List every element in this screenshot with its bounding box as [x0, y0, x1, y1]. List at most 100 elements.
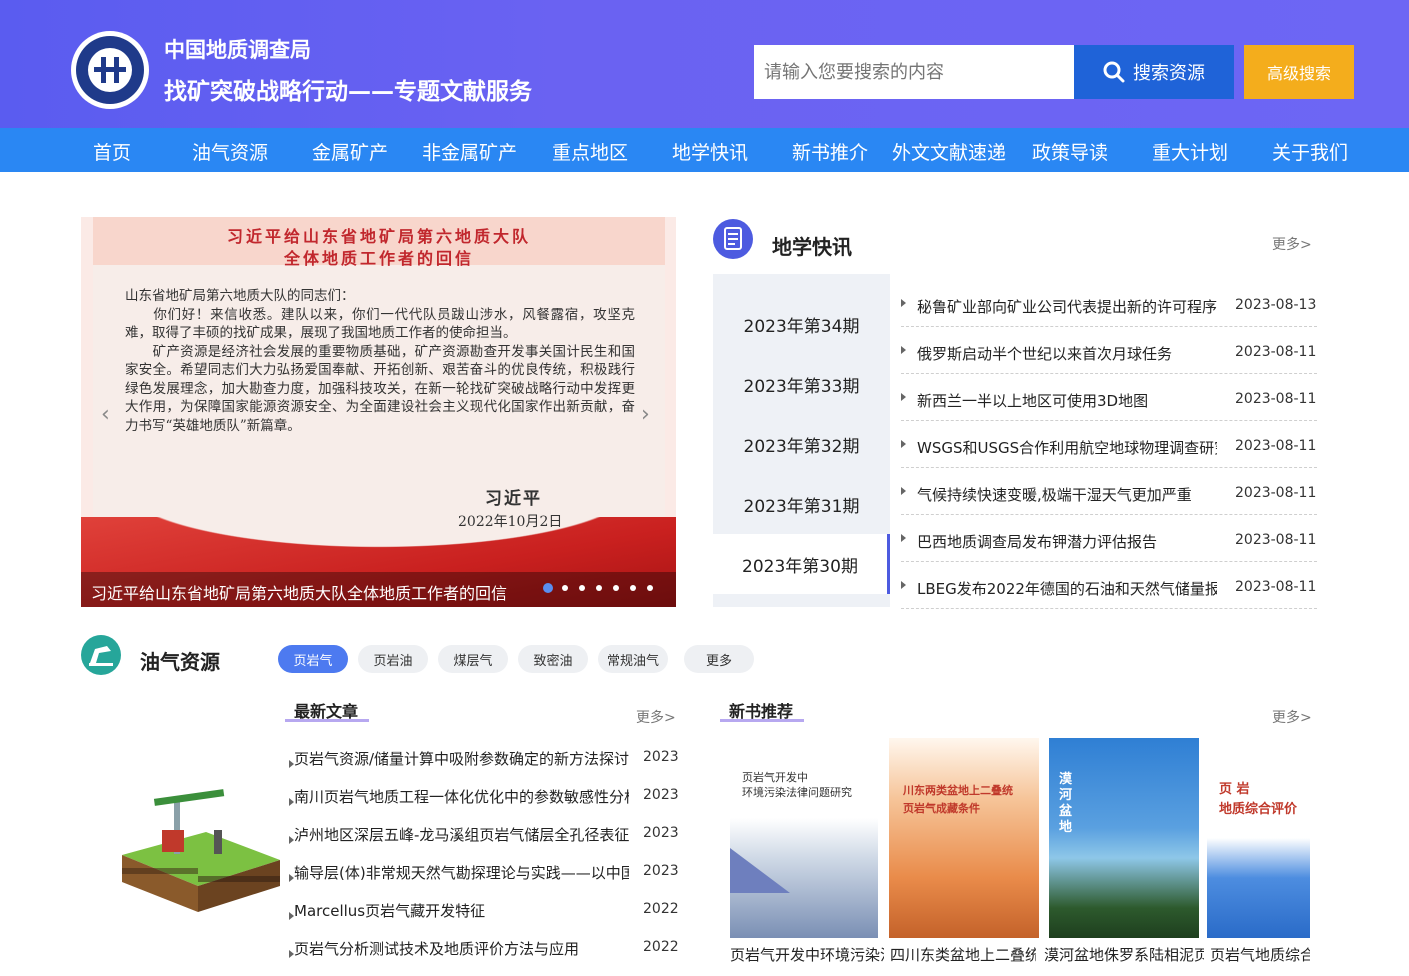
article-item[interactable]: Marcellus页岩气藏开发特征 2022	[289, 900, 679, 938]
slide-caption-bar: 习近平给山东省地矿局第六地质大队全体地质工作者的回信	[81, 572, 676, 607]
slider-dot[interactable]	[562, 585, 568, 591]
nav-home[interactable]: 首页	[93, 138, 131, 165]
nav-foreign-docs[interactable]: 外文文献速递	[892, 138, 1006, 165]
advanced-search-button[interactable]: 高级搜索	[1244, 45, 1354, 99]
site-title: 找矿突破战略行动——专题文献服务	[164, 79, 532, 105]
logo-ring	[88, 48, 132, 92]
news-item[interactable]: 气候持续快速变暖,极端干湿天气更加严重 2023-08-11	[901, 468, 1317, 515]
news-item[interactable]: LBEG发布2022年德国的石油和天然气储量报告 2023-08-11	[901, 562, 1317, 609]
tab-shale-oil[interactable]: 页岩油	[358, 645, 428, 673]
search-button[interactable]: 搜索资源	[1074, 45, 1234, 99]
news-title[interactable]: WSGS和USGS合作利用航空地球物理调查研究	[917, 437, 1217, 458]
article-title[interactable]: 输导层(体)非常规天然气勘探理论与实践——以中国为例	[294, 862, 629, 883]
slider-dot[interactable]	[613, 585, 619, 591]
bullet-triangle-icon	[901, 534, 906, 542]
nav-policy[interactable]: 政策导读	[1032, 138, 1108, 165]
tab-conventional[interactable]: 常规油气	[598, 645, 668, 673]
org-name: 中国地质调查局	[164, 38, 311, 62]
article-title[interactable]: Marcellus页岩气藏开发特征	[294, 900, 629, 921]
book-name[interactable]: 四川东类盆地上二叠统页岩气成藏条件	[890, 944, 1036, 965]
tab-shale-gas[interactable]: 页岩气	[278, 645, 348, 673]
news-item[interactable]: 巴西地质调查局发布钾潜力评估报告 2023-08-11	[901, 515, 1317, 562]
book-name[interactable]: 页岩气开发中环境污染法律问题研究	[730, 944, 884, 965]
next-arrow-icon[interactable]: ›	[641, 402, 650, 427]
slide-caption[interactable]: 习近平给山东省地矿局第六地质大队全体地质工作者的回信	[91, 580, 507, 604]
news-date: 2023-08-11	[1235, 485, 1317, 501]
nav-oil-gas[interactable]: 油气资源	[192, 138, 268, 165]
issue-item[interactable]: 2023年第33期	[713, 354, 890, 414]
bullet-triangle-icon	[901, 346, 906, 354]
article-title[interactable]: 页岩气分析测试技术及地质评价方法与应用	[294, 938, 629, 959]
slider-dot[interactable]	[630, 585, 636, 591]
nav-nonmetal[interactable]: 非金属矿产	[422, 138, 517, 165]
search-input[interactable]	[754, 45, 1074, 99]
prev-arrow-icon[interactable]: ‹	[101, 402, 110, 427]
article-title[interactable]: 页岩气资源/储量计算中吸附参数确定的新方法探讨	[294, 748, 629, 769]
issue-item[interactable]: 2023年第31期	[713, 474, 890, 534]
slider-dot[interactable]	[596, 585, 602, 591]
nav-key-areas[interactable]: 重点地区	[552, 138, 628, 165]
article-item[interactable]: 南川页岩气地质工程一体化优化中的参数敏感性分析 2023	[289, 786, 679, 824]
book-cover[interactable]: 页岩气开发中 环境污染法律问题研究	[730, 738, 878, 938]
article-year: 2023	[643, 863, 679, 879]
book-cover[interactable]: 川东两类盆地上二叠统 页岩气成藏条件	[889, 738, 1039, 938]
logo-bar	[101, 57, 106, 83]
news-item[interactable]: 秘鲁矿业部向矿业公司代表提出新的许可程序 2023-08-13	[901, 280, 1317, 327]
nav-new-books[interactable]: 新书推介	[792, 138, 868, 165]
issue-item[interactable]: 2023年第32期	[713, 414, 890, 474]
tab-tight-oil[interactable]: 致密油	[518, 645, 588, 673]
news-date: 2023-08-11	[1235, 344, 1317, 360]
latest-articles-more-link[interactable]: 更多>	[636, 707, 676, 727]
nav-major-plans[interactable]: 重大计划	[1152, 138, 1228, 165]
article-item[interactable]: 页岩气资源/储量计算中吸附参数确定的新方法探讨 2023	[289, 748, 679, 786]
news-title[interactable]: 新西兰一半以上地区可使用3D地图	[917, 390, 1217, 411]
slide-body: 山东省地矿局第六地质大队的同志们： 你们好！来信收悉。建队以来，你们一代代队员跋…	[125, 288, 635, 434]
article-year: 2022	[643, 901, 679, 917]
nav-metal[interactable]: 金属矿产	[312, 138, 388, 165]
bullet-triangle-icon	[901, 393, 906, 401]
tab-coalbed-gas[interactable]: 煤层气	[438, 645, 508, 673]
cgs-logo[interactable]	[71, 31, 149, 109]
news-item[interactable]: 新西兰一半以上地区可使用3D地图 2023-08-11	[901, 374, 1317, 421]
issue-list: 2023年第34期 2023年第33期 2023年第32期 2023年第31期 …	[713, 274, 890, 607]
news-item[interactable]: WSGS和USGS合作利用航空地球物理调查研究 2023-08-11	[901, 421, 1317, 468]
slider-dot[interactable]	[579, 585, 585, 591]
news-date: 2023-08-11	[1235, 391, 1317, 407]
book-cover[interactable]: 页 岩 地质综合评价	[1207, 738, 1310, 938]
book-cover-title: 漠河盆地	[1059, 772, 1073, 835]
article-year: 2023	[643, 787, 679, 803]
banner-slider[interactable]: 习近平给山东省地矿局第六地质大队 全体地质工作者的回信 山东省地矿局第六地质大队…	[81, 217, 676, 607]
news-title[interactable]: LBEG发布2022年德国的石油和天然气储量报告	[917, 578, 1217, 599]
oil-gas-title: 油气资源	[140, 650, 220, 674]
slider-dot[interactable]	[543, 583, 553, 593]
search-icon	[1103, 61, 1125, 83]
news-item[interactable]: 俄罗斯启动半个世纪以来首次月球任务 2023-08-11	[901, 327, 1317, 374]
news-title[interactable]: 气候持续快速变暖,极端干湿天气更加严重	[917, 484, 1217, 505]
news-title[interactable]: 秘鲁矿业部向矿业公司代表提出新的许可程序	[917, 296, 1217, 317]
news-date: 2023-08-11	[1235, 579, 1317, 595]
article-item[interactable]: 泸州地区深层五峰-龙马溪组页岩气储层全孔径表征 2023	[289, 824, 679, 862]
slide-heading: 习近平给山东省地矿局第六地质大队 全体地质工作者的回信	[93, 217, 665, 268]
slide-heading-line2: 全体地质工作者的回信	[283, 249, 474, 268]
new-books-more-link[interactable]: 更多>	[1272, 707, 1312, 727]
book-name[interactable]: 页岩气地质综合评价	[1210, 944, 1310, 965]
book-cover[interactable]: 漠河盆地	[1049, 738, 1199, 938]
book-name[interactable]: 漠河盆地侏罗系陆相泥页岩	[1044, 944, 1204, 965]
tab-more[interactable]: 更多	[684, 645, 754, 673]
news-title[interactable]: 俄罗斯启动半个世纪以来首次月球任务	[917, 343, 1217, 364]
news-title[interactable]: 巴西地质调查局发布钾潜力评估报告	[917, 531, 1217, 552]
main-nav: 首页 油气资源 金属矿产 非金属矿产 重点地区 地学快讯 新书推介 外文文献速递…	[0, 128, 1409, 172]
slide-heading-line1: 习近平给山东省地矿局第六地质大队	[226, 227, 531, 246]
article-item[interactable]: 页岩气分析测试技术及地质评价方法与应用 2022	[289, 938, 679, 976]
slider-dot[interactable]	[647, 585, 653, 591]
nav-about[interactable]: 关于我们	[1272, 138, 1348, 165]
issue-item[interactable]: 2023年第34期	[713, 294, 890, 354]
article-title[interactable]: 南川页岩气地质工程一体化优化中的参数敏感性分析	[294, 786, 629, 807]
geo-news-more-link[interactable]: 更多>	[1272, 234, 1312, 254]
nav-geo-news[interactable]: 地学快讯	[672, 138, 748, 165]
article-title[interactable]: 泸州地区深层五峰-龙马溪组页岩气储层全孔径表征	[294, 824, 629, 845]
issue-item-active[interactable]: 2023年第30期	[713, 534, 890, 594]
article-item[interactable]: 输导层(体)非常规天然气勘探理论与实践——以中国为例 2023	[289, 862, 679, 900]
book-cover-title: 页 岩 地质综合评价	[1219, 782, 1298, 817]
slide-signature: 习近平	[485, 489, 542, 509]
